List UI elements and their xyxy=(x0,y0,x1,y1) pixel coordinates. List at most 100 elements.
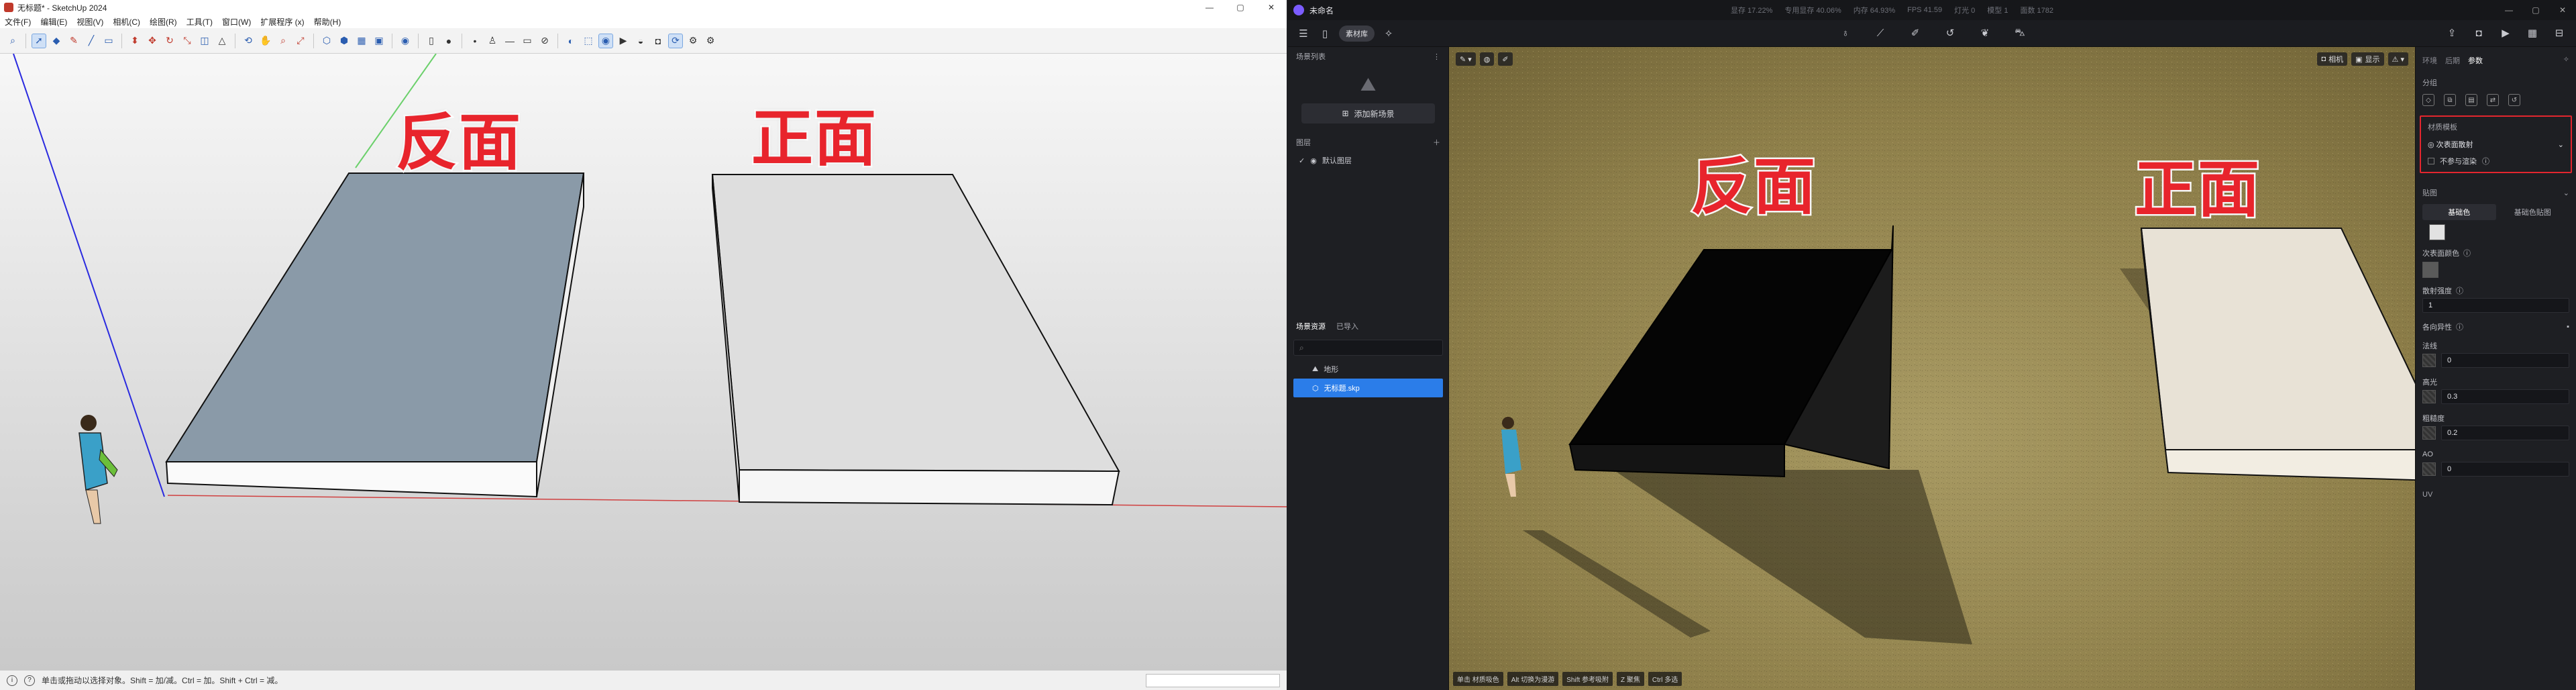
sss-strength-input[interactable]: 1 xyxy=(2422,298,2569,313)
help-icon[interactable]: ⓘ xyxy=(2463,248,2471,258)
plant-icon[interactable]: ❦ xyxy=(1978,26,1992,40)
menu-view[interactable]: 视图(V) xyxy=(72,16,108,28)
path-icon[interactable]: ⟋ xyxy=(1873,26,1888,40)
menu-camera[interactable]: 相机(C) xyxy=(108,16,145,28)
material-template-dropdown[interactable]: ◎ 次表面散射 ⌄ xyxy=(2428,137,2564,152)
scale-icon[interactable]: ⤡ xyxy=(180,34,195,48)
push-pull-icon[interactable]: ⬍ xyxy=(127,34,142,48)
pencil-icon[interactable]: ✎ xyxy=(66,34,81,48)
normal-map-slot[interactable] xyxy=(2422,354,2436,367)
close-button[interactable]: ✕ xyxy=(1256,0,1287,15)
replace-icon[interactable]: ⇄ xyxy=(2487,94,2499,106)
layout-icon[interactable]: ▦ xyxy=(354,34,369,48)
gallery-icon[interactable]: ▦ xyxy=(2525,26,2540,40)
material-icon[interactable]: ◒ xyxy=(633,34,648,48)
frame-icon[interactable]: ▭ xyxy=(520,34,535,48)
render-viewport[interactable]: ✎ ▾ ◍ ✐ ◘ 相机 ▣ 显示 ⚠ ▾ 反面 正面 单击 材质吸色 Alt 切换… xyxy=(1449,47,2415,690)
ao-input[interactable]: 0 xyxy=(2441,462,2569,477)
export-icon[interactable]: ⇪ xyxy=(2445,26,2459,40)
user-icon[interactable]: ◉ xyxy=(398,34,413,48)
roughness-map-slot[interactable] xyxy=(2422,426,2436,440)
menu-window[interactable]: 窗口(W) xyxy=(217,16,256,28)
normal-input[interactable]: 0 xyxy=(2441,353,2569,368)
pen-icon[interactable]: ✐ xyxy=(1498,52,1513,66)
tape-measure-icon[interactable]: △ xyxy=(215,34,229,48)
globe-icon[interactable]: ◍ xyxy=(1479,52,1495,66)
video-record-icon[interactable]: ▶ xyxy=(2498,26,2513,40)
info-icon[interactable]: i xyxy=(7,675,17,686)
specular-input[interactable]: 0.3 xyxy=(2441,389,2569,404)
gear-icon[interactable]: ⚙ xyxy=(703,34,718,48)
lamp-icon[interactable]: ♙ xyxy=(485,34,500,48)
cube-icon[interactable]: ⬚ xyxy=(581,34,596,48)
eraser-icon[interactable]: ◆ xyxy=(49,34,64,48)
menu-extensions[interactable]: 扩展程序 (x) xyxy=(256,16,309,28)
file-icon[interactable]: ▯ xyxy=(1318,26,1332,41)
ao-map-slot[interactable] xyxy=(2422,462,2436,476)
camera-icon[interactable]: ◘ xyxy=(651,34,665,48)
measurements-box[interactable] xyxy=(1146,674,1280,687)
inbox-icon[interactable]: ⊟ xyxy=(2552,26,2567,40)
tab-imported[interactable]: 已导入 xyxy=(1336,321,1358,332)
rotate-icon[interactable]: ↻ xyxy=(162,34,177,48)
asset-item-terrain[interactable]: ⛰ 地形 xyxy=(1288,360,1448,379)
instructor-icon[interactable]: ? xyxy=(24,675,35,686)
render-minimize-button[interactable]: — xyxy=(2496,0,2522,20)
sync-icon[interactable]: ⟳ xyxy=(668,33,683,48)
specular-map-slot[interactable] xyxy=(2422,390,2436,403)
minimize-button[interactable]: — xyxy=(1194,0,1225,15)
menu-tools[interactable]: 工具(T) xyxy=(182,16,217,28)
select-tool-icon[interactable]: ➚ xyxy=(32,33,46,48)
copy-icon[interactable]: ⧉ xyxy=(2444,94,2456,106)
line-tool-icon[interactable]: ╱ xyxy=(84,34,99,48)
collapse-icon[interactable]: ⌄ xyxy=(2563,189,2569,197)
toggle-icon[interactable]: ▪ xyxy=(2567,323,2569,331)
pin-icon[interactable]: ✧ xyxy=(1381,26,1396,41)
eye-icon[interactable]: ◉ xyxy=(1310,156,1317,165)
pin-panel-icon[interactable]: ✧ xyxy=(2563,55,2569,66)
car-icon[interactable]: ⛍ xyxy=(2012,26,2027,40)
subtab-base-color-map[interactable]: 基础色贴图 xyxy=(2496,204,2570,220)
orbit-icon[interactable]: ⟲ xyxy=(241,34,256,48)
material-library-button[interactable]: 素材库 xyxy=(1339,26,1375,42)
scene-options-icon[interactable]: ⋮ xyxy=(1433,52,1440,61)
rotate-light-icon[interactable]: ↺ xyxy=(1943,26,1957,40)
maximize-button[interactable]: ▢ xyxy=(1225,0,1256,15)
menu-draw[interactable]: 绘图(R) xyxy=(145,16,182,28)
help-icon[interactable]: ⓘ xyxy=(2482,156,2489,166)
tab-post[interactable]: 后期 xyxy=(2445,55,2460,66)
pan-icon[interactable]: ✋ xyxy=(258,34,273,48)
menu-edit[interactable]: 编辑(E) xyxy=(36,16,72,28)
warning-icon[interactable]: ⚠ ▾ xyxy=(2387,52,2408,66)
front-face-slab[interactable] xyxy=(711,174,1120,473)
camera-chip[interactable]: ◘ 相机 xyxy=(2317,52,2348,66)
add-layer-icon[interactable]: ＋ xyxy=(1433,137,1440,148)
check-icon[interactable]: ✓ xyxy=(1299,156,1305,165)
help-icon[interactable]: ⓘ xyxy=(2456,285,2463,296)
video-icon[interactable]: ▶ xyxy=(616,34,631,48)
help-icon[interactable]: ⓘ xyxy=(2456,322,2463,332)
zoom-icon[interactable]: ⌕ xyxy=(276,34,290,48)
render-plugin-icon[interactable]: ◐ xyxy=(564,34,578,48)
display-chip[interactable]: ▣ 显示 xyxy=(2351,52,2384,66)
document-icon[interactable]: ▯ xyxy=(424,34,439,48)
rectangle-tool-icon[interactable]: ▭ xyxy=(101,34,116,48)
line-style-icon[interactable]: — xyxy=(502,34,517,48)
move-icon[interactable]: ✥ xyxy=(145,34,160,48)
layer-row-default[interactable]: ✓ ◉ 默认图层 xyxy=(1288,152,1448,169)
edit-mode-icon[interactable]: ✎ ▾ xyxy=(1456,52,1476,66)
pick-icon[interactable]: ◇ xyxy=(2422,94,2434,106)
component-icon[interactable]: ▣ xyxy=(372,34,386,48)
subtab-base-color[interactable]: 基础色 xyxy=(2422,204,2496,220)
render-active-icon[interactable]: ◉ xyxy=(598,33,613,48)
add-scene-button[interactable]: ⊞ 添加新场景 xyxy=(1301,103,1435,124)
extension-icon[interactable]: ⬢ xyxy=(337,34,352,48)
light-bulb-icon[interactable]: ♁ xyxy=(1838,26,1853,40)
menu-file[interactable]: 文件(F) xyxy=(0,16,36,28)
brush-icon[interactable]: ✐ xyxy=(1908,26,1923,40)
sketchup-viewport[interactable]: 反面 正面 xyxy=(0,54,1287,670)
tab-scene-assets[interactable]: 场景资源 xyxy=(1296,321,1326,332)
back-face-slab[interactable] xyxy=(165,172,585,462)
render-maximize-button[interactable]: ▢ xyxy=(2522,0,2549,20)
checkbox-box[interactable] xyxy=(2428,158,2434,164)
